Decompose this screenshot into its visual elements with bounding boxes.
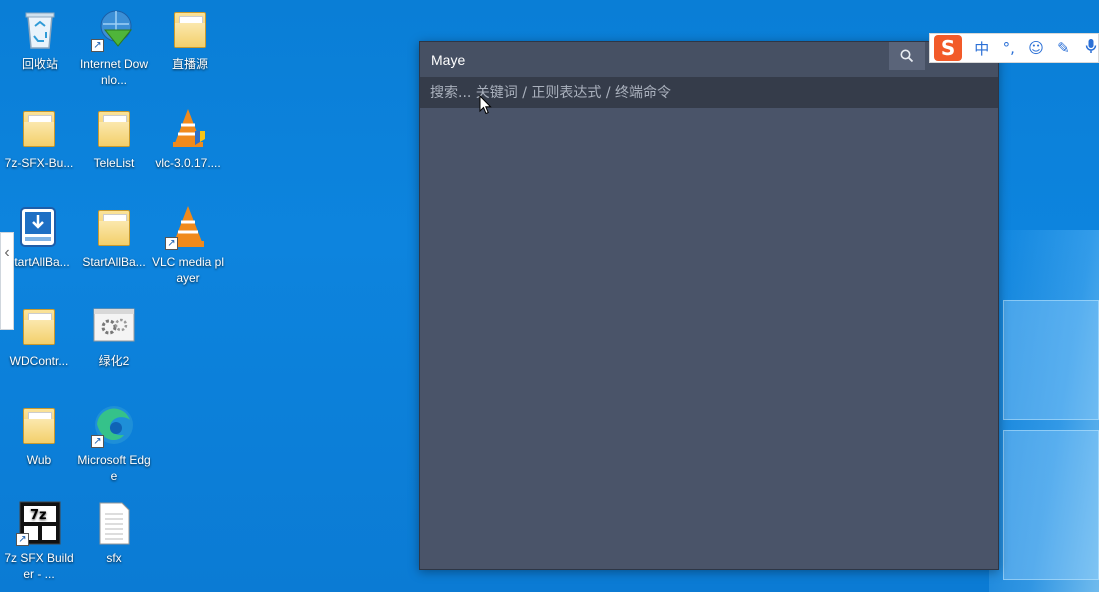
shortcut-arrow-icon: ↗ [91,435,104,448]
folder-icon [91,105,137,151]
wallpaper-pane [1003,430,1099,580]
text-file-icon [91,500,137,546]
idm-icon: ↗ [91,6,137,52]
maye-title: Maye [431,52,466,68]
sogou-logo-icon[interactable]: S [934,35,963,61]
microphone-icon[interactable] [1083,38,1098,58]
desktop-icon-folder[interactable]: Wub [0,402,78,468]
desktop-icon-label: 绿化2 [98,354,130,368]
desktop-icon-label: TeleList [93,156,135,170]
desktop-icon-label: 回收站 [21,57,58,71]
ime-chinese-mode-toggle[interactable]: 中 [974,38,989,59]
shortcut-arrow-icon: ↗ [165,237,178,250]
desktop-icon-label: 直播源 [171,57,208,71]
desktop-icon-folder[interactable]: TeleList [75,105,153,171]
desktop-icon-label: Wub [26,453,52,467]
maye-search-input[interactable] [430,82,990,104]
recycle-bin-icon [17,6,63,52]
desktop-icon-vlc[interactable]: ↗ VLC media player [149,204,227,286]
side-panel-tab[interactable]: ‹ [0,232,14,330]
folder-icon [16,105,62,151]
desktop-icon-folder[interactable]: 直播源 [151,6,229,72]
7z-sfx-icon: 7z ↗ [16,500,62,546]
folder-icon [16,303,62,349]
desktop-icon-edge[interactable]: ↗ Microsoft Edge [75,402,153,484]
desktop-icon-label: Internet Downlo... [79,57,149,87]
wallpaper-pane [1003,300,1099,420]
desktop-icon-label: VLC media player [151,255,225,285]
folder-icon [167,6,213,52]
mouse-cursor-icon [479,95,492,115]
desktop-icon-label: vlc-3.0.17.... [155,156,221,170]
maye-search-button[interactable] [889,42,925,70]
desktop-icon-label: 7z-SFX-Bu... [4,156,74,170]
desktop-icon-folder[interactable]: 7z-SFX-Bu... [0,105,78,171]
ime-punctuation-toggle[interactable]: °, [1001,39,1016,57]
desktop-icon-label: sfx [106,551,122,565]
desktop-icon-7z-sfx[interactable]: 7z ↗ 7z SFX Builder - ... [0,500,78,582]
folder-icon [16,402,62,448]
edge-icon: ↗ [91,402,137,448]
desktop-icon-label: WDContr... [9,354,69,368]
desktop-icon-recycle-bin[interactable]: 回收站 [1,6,79,72]
folder-icon [91,204,137,250]
chevron-left-icon: ‹ [4,244,10,261]
desktop-icon-sfx[interactable]: sfx [75,500,153,566]
maye-search-bar [420,77,998,108]
startallback-icon [15,204,61,250]
desktop-icon-label: StartAllBa... [82,255,146,269]
desktop-icon-folder[interactable]: StartAllBa... [75,204,153,270]
search-icon [900,49,914,63]
ime-toolbar: S 中 °, ☺ ✎ [929,33,1099,63]
vlc-icon: ↗ [165,204,211,250]
handwriting-icon[interactable]: ✎ [1056,39,1071,57]
desktop-icon-green2[interactable]: 绿化2 [75,303,153,369]
shortcut-arrow-icon: ↗ [16,533,29,546]
gear-window-icon [91,303,137,349]
maye-titlebar[interactable]: Maye [420,42,998,77]
desktop-icon-label: 7z SFX Builder - ... [4,551,74,581]
maye-launcher-window: Maye [419,41,999,570]
desktop-icon-vlc-installer[interactable]: vlc-3.0.17.... [149,105,227,171]
shortcut-arrow-icon: ↗ [91,39,104,52]
svg-text:7z: 7z [30,508,47,523]
vlc-installer-icon [165,105,211,151]
emoji-icon[interactable]: ☺ [1028,39,1044,57]
desktop-icon-label: Microsoft Edge [77,453,151,483]
desktop-icon-idm[interactable]: ↗ Internet Downlo... [75,6,153,88]
maye-results-area [420,108,998,569]
